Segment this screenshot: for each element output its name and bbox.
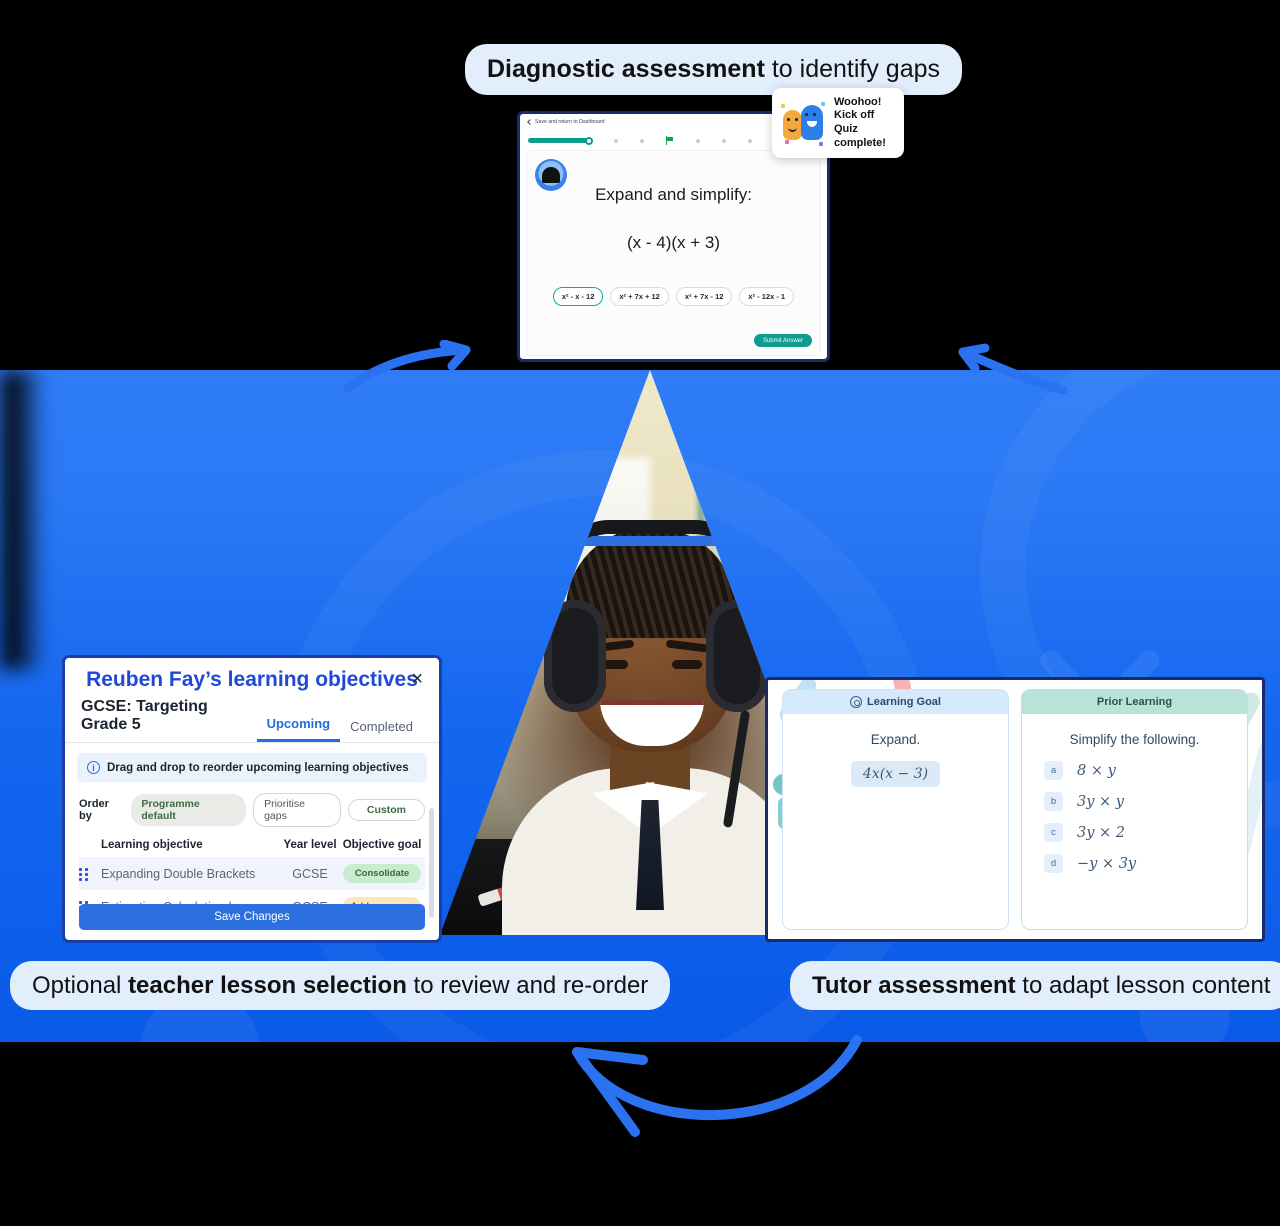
tutor-cards: Learning Goal Expand. 4x(x − 3) Prior Le…: [768, 680, 1262, 939]
prior-learning-card: Prior Learning Simplify the following. a…: [1021, 689, 1248, 930]
confetti: [785, 140, 789, 144]
modal-title: Reuben Fay’s learning objectives: [86, 668, 418, 691]
tutor-avatar: [535, 159, 567, 191]
drag-drop-banner: i Drag and drop to reorder upcoming lear…: [77, 753, 427, 782]
drag-handle-icon[interactable]: [79, 867, 101, 881]
item-key: b: [1044, 792, 1063, 811]
confetti: [819, 142, 823, 146]
progress-dot[interactable]: [614, 138, 618, 143]
chip-prioritise-gaps[interactable]: Prioritise gaps: [253, 793, 341, 827]
quiz-equation: (x - 4)(x + 3): [626, 233, 721, 252]
caption-bold-text: Diagnostic assessment: [487, 55, 765, 83]
caption-teacher-lesson-selection: Optional teacher lesson selection to rev…: [10, 961, 671, 1011]
table-header-row: Learning objective Year level Objective …: [79, 833, 425, 857]
learning-goal-question: Expand.: [870, 732, 921, 747]
tab-completed[interactable]: Completed: [340, 719, 423, 742]
list-item: a 8 × y: [1044, 761, 1247, 780]
toast-line-2: Kick off Quiz: [834, 109, 875, 135]
item-key: d: [1044, 854, 1063, 873]
scrollbar[interactable]: [429, 808, 434, 918]
progress-dot[interactable]: [696, 138, 700, 143]
column-year-level: Year level: [283, 839, 337, 851]
close-icon[interactable]: ×: [411, 669, 423, 689]
item-key: c: [1044, 823, 1063, 842]
modal-header: Reuben Fay’s learning objectives ×: [65, 658, 439, 698]
quiz-option[interactable]: x² + 7x - 12: [675, 287, 733, 306]
edge-shadow: [0, 370, 44, 670]
prior-learning-header: Prior Learning: [1022, 690, 1247, 714]
column-objective-goal: Objective goal: [342, 839, 422, 851]
learning-goal-expression: 4x(x − 3): [850, 761, 941, 787]
progress-dot[interactable]: [640, 138, 644, 143]
caption-pre-text: Optional: [32, 972, 129, 999]
tab-upcoming[interactable]: Upcoming: [256, 716, 341, 742]
celebration-mascots-icon: [781, 100, 827, 146]
item-value: −y × 3y: [1077, 855, 1137, 872]
quiz-question-text: Expand and simplify:: [595, 185, 752, 204]
order-by-label: Order by: [79, 798, 109, 822]
column-learning-objective: Learning objective: [101, 839, 203, 851]
programme-subtitle: GCSE: Targeting Grade 5: [81, 698, 208, 733]
status-badge: Consolidate: [343, 864, 421, 883]
caption-rest-text: to adapt lesson content: [1015, 972, 1271, 999]
progress-bar: [528, 136, 593, 145]
caption-rest-text: to identify gaps: [764, 55, 941, 83]
progress-flag-icon: [666, 136, 674, 145]
progress-dot[interactable]: [748, 138, 752, 143]
mascot-blue: [801, 105, 823, 140]
item-value: 3y × 2: [1077, 824, 1126, 841]
caption-rest-text: to review and re-order: [406, 972, 649, 999]
item-key: a: [1044, 761, 1063, 780]
caption-bold-text: Tutor assessment: [812, 972, 1016, 999]
tutor-assessment-panel: Learning Goal Expand. 4x(x − 3) Prior Le…: [765, 677, 1265, 942]
toast-line-3: complete!: [834, 136, 886, 149]
toast-message: Woohoo! Kick off Quiz complete!: [834, 96, 895, 151]
mascot-orange: [783, 110, 802, 140]
objective-goal-badge: Consolidate: [339, 864, 425, 883]
learning-goal-header: Learning Goal: [783, 690, 1008, 714]
item-value: 3y × y: [1077, 793, 1124, 810]
progress-knob: [585, 136, 593, 145]
learning-goal-card: Learning Goal Expand. 4x(x − 3): [782, 689, 1009, 930]
list-item: c 3y × 2: [1044, 823, 1247, 842]
quiz-answer-options: x² - x - 12 x² + 7x + 12 x² + 7x - 12 x²…: [527, 287, 820, 306]
objective-name: Expanding Double Brackets: [101, 866, 256, 881]
caption-diagnostic-assessment: Diagnostic assessment to identify gaps: [465, 44, 963, 95]
quiz-option[interactable]: x² - x - 12: [552, 287, 604, 306]
confetti: [821, 102, 825, 106]
student-eye: [672, 660, 702, 669]
banner-text: Drag and drop to reorder upcoming learni…: [107, 761, 409, 774]
order-by-controls: Order by Programme default Prioritise ga…: [65, 782, 439, 833]
item-value: 8 × y: [1077, 762, 1116, 779]
chip-custom[interactable]: Custom: [347, 799, 425, 821]
prior-learning-question: Simplify the following.: [1069, 732, 1200, 747]
save-and-return-label: Save and return to Dashboard: [535, 119, 605, 125]
caption-bold-text: teacher lesson selection: [128, 972, 407, 999]
chevron-left-icon: [527, 119, 533, 125]
caption-tutor-assessment: Tutor assessment to adapt lesson content: [790, 961, 1280, 1011]
learning-objectives-modal: Reuben Fay’s learning objectives × GCSE:…: [62, 655, 442, 943]
table-row[interactable]: Expanding Double Brackets GCSE Consolida…: [79, 857, 425, 890]
target-icon: [850, 696, 863, 708]
quiz-complete-toast: Woohoo! Kick off Quiz complete!: [772, 88, 904, 158]
modal-tabs: GCSE: Targeting Grade 5 Upcoming Complet…: [65, 698, 439, 743]
info-icon: i: [87, 761, 100, 774]
confetti: [781, 104, 785, 108]
submit-answer-button[interactable]: Submit Answer: [753, 334, 812, 347]
objective-year: GCSE: [292, 866, 328, 881]
prior-learning-items: a 8 × y b 3y × y c 3y × 2 d −y × 3y: [1022, 747, 1247, 873]
save-changes-button[interactable]: Save Changes: [79, 904, 425, 930]
infographic-stage: ?: [0, 0, 1280, 1226]
list-item: d −y × 3y: [1044, 854, 1247, 873]
quiz-question-panel: Expand and simplify: (x - 4)(x + 3) x² -…: [526, 150, 821, 356]
toast-line-1: Woohoo!: [834, 95, 882, 108]
list-item: b 3y × y: [1044, 792, 1247, 811]
quiz-option[interactable]: x² + 7x + 12: [610, 287, 669, 306]
learning-goal-title: Learning Goal: [867, 696, 941, 708]
progress-dot[interactable]: [722, 138, 726, 143]
quiz-option[interactable]: x² - 12x - 1: [739, 287, 795, 306]
chip-programme-default[interactable]: Programme default: [131, 794, 247, 826]
